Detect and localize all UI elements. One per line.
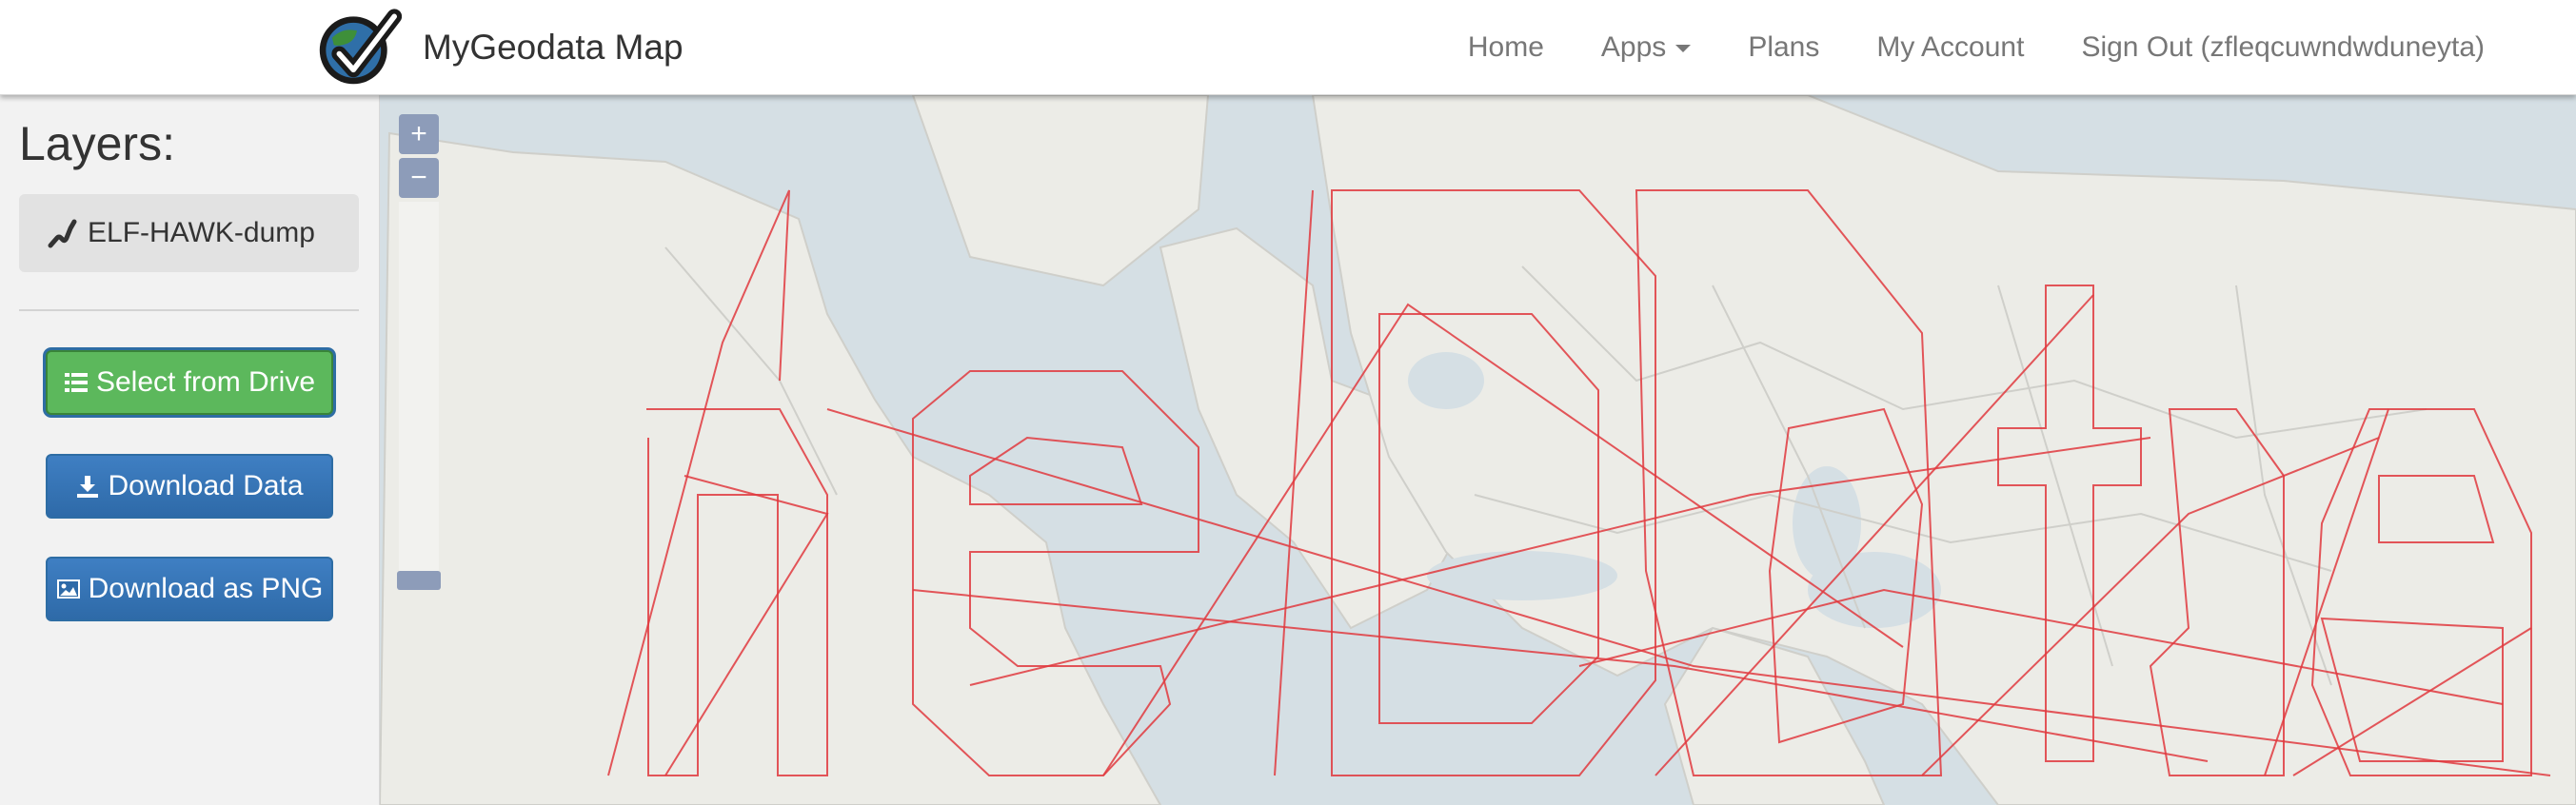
nav-my-account-link[interactable]: My Account	[1876, 31, 2024, 64]
brand[interactable]: MyGeodata Map	[312, 8, 684, 88]
download-data-label: Download Data	[108, 470, 304, 501]
select-from-drive-label: Select from Drive	[95, 366, 316, 398]
brand-name: MyGeodata Map	[423, 28, 684, 67]
layers-heading: Layers:	[19, 117, 175, 170]
zoom-in-button[interactable]: +	[399, 114, 439, 154]
layers-sidebar: Layers: ELF-HAWK-dump Select from Drive …	[0, 95, 380, 805]
caret-down-icon	[1675, 44, 1692, 52]
download-data-button[interactable]: Download Data	[46, 454, 333, 519]
list-icon	[64, 373, 88, 392]
download-icon	[77, 476, 99, 498]
zoom-slider-track[interactable]	[399, 202, 439, 573]
mygeodata-logo-icon	[319, 9, 402, 85]
map-tiles	[380, 95, 2576, 805]
nav-apps-dropdown[interactable]: Apps	[1600, 30, 1692, 64]
nav-apps-label: Apps	[1600, 30, 1667, 63]
select-from-drive-button[interactable]: Select from Drive	[46, 350, 333, 415]
zoom-out-button[interactable]: −	[399, 158, 439, 198]
download-png-label: Download as PNG	[88, 573, 324, 604]
sidebar-divider	[19, 309, 359, 311]
layer-name: ELF-HAWK-dump	[88, 217, 315, 248]
top-navbar: MyGeodata Map Home Apps Plans My Account…	[0, 0, 2576, 95]
layer-item[interactable]: ELF-HAWK-dump	[19, 194, 359, 272]
nav-sign-out-link[interactable]: Sign Out (zfleqcuwndwduneyta)	[2081, 31, 2485, 64]
nav-plans-link[interactable]: Plans	[1748, 31, 1819, 64]
map-canvas[interactable]: + −	[380, 95, 2576, 805]
download-png-button[interactable]: Download as PNG	[46, 557, 333, 621]
zoom-slider-handle[interactable]	[397, 571, 441, 590]
nav-links: Home Apps Plans My Account Sign Out (zfl…	[1411, 0, 2485, 94]
polyline-icon	[48, 219, 77, 248]
nav-home-link[interactable]: Home	[1468, 31, 1544, 64]
picture-icon	[56, 579, 80, 599]
